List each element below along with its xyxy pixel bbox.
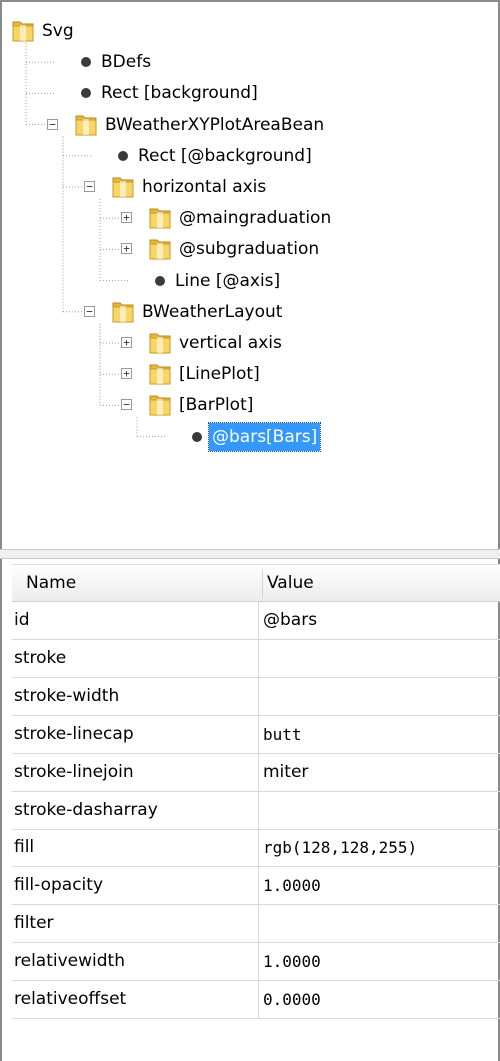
tree-node-label: [LinePlot] [179, 364, 260, 385]
tree-node[interactable]: + @maingraduation [2, 204, 492, 232]
property-row[interactable]: id @bars [12, 602, 500, 640]
folder-icon [75, 113, 97, 136]
tree-node[interactable]: − BWeatherLayout [2, 298, 492, 326]
expand-toggle-icon[interactable]: + [121, 212, 132, 224]
leaf-node-icon [81, 57, 91, 68]
folder-icon [112, 175, 134, 198]
column-header-value[interactable]: Value [267, 565, 314, 602]
tree-node-label: [BarPlot] [179, 395, 254, 416]
property-value[interactable]: 0.0000 [258, 981, 496, 1018]
expand-toggle-icon[interactable]: + [121, 337, 132, 348]
property-name: id [14, 610, 30, 630]
tree-node-label: BWeatherLayout [142, 301, 283, 322]
property-name: stroke-linecap [14, 723, 134, 744]
folder-icon [12, 19, 34, 42]
tree-panel[interactable]: Svg BDefs Rect [background] − BWeatherXYPlot… [0, 0, 500, 549]
tree-node-label: Svg [42, 21, 74, 41]
tree-node-label: Rect [background] [101, 83, 258, 104]
tree-node[interactable]: BDefs [2, 48, 492, 76]
property-name: stroke-dasharray [14, 799, 158, 820]
property-row[interactable]: stroke-dasharray [12, 791, 500, 830]
property-row[interactable]: stroke-linejoin miter [12, 753, 500, 792]
property-name: filter [14, 913, 54, 934]
folder-icon [149, 362, 171, 385]
property-name: fill-opacity [14, 875, 104, 896]
property-row[interactable]: stroke [12, 639, 500, 678]
tree-node[interactable]: @bars[Bars] [2, 421, 492, 452]
leaf-node-icon [192, 431, 202, 442]
tree-node-label: BDefs [101, 52, 152, 73]
tree-node-label: Rect [@background] [138, 145, 312, 166]
collapse-toggle-icon[interactable]: − [47, 118, 58, 130]
panel-splitter[interactable] [0, 549, 500, 559]
tree-node[interactable]: Svg [2, 17, 492, 45]
column-header-name[interactable]: Name [26, 565, 76, 602]
property-value[interactable] [258, 905, 496, 943]
collapse-toggle-icon[interactable]: − [121, 399, 132, 411]
property-value[interactable]: miter [258, 753, 496, 791]
property-row[interactable]: relativewidth 1.0000 [12, 943, 500, 982]
column-divider[interactable] [262, 569, 263, 599]
property-row[interactable]: relativeoffset 0.0000 [12, 981, 500, 1019]
property-name: stroke-width [14, 685, 120, 706]
property-value[interactable] [258, 639, 496, 677]
property-name: relativeoffset [14, 989, 127, 1009]
property-table-header: Name Value [12, 564, 500, 602]
property-table: Name Value id @bars stroke stroke-width stro… [0, 559, 500, 1061]
property-name: stroke [14, 647, 67, 668]
property-value[interactable]: 1.0000 [258, 867, 496, 905]
expand-toggle-icon[interactable]: + [121, 243, 132, 255]
property-row[interactable]: fill-opacity 1.0000 [12, 867, 500, 906]
tree-node-label: horizontal axis [142, 177, 267, 197]
folder-icon [112, 300, 134, 323]
property-row[interactable]: fill rgb(128,128,255) [12, 829, 500, 868]
tree-node-label: @maingraduation [179, 208, 332, 229]
property-value[interactable]: rgb(128,128,255) [258, 829, 496, 867]
folder-icon [149, 206, 171, 229]
property-row[interactable]: filter [12, 905, 500, 944]
leaf-node-icon [81, 88, 91, 99]
tree-node[interactable]: + vertical axis [2, 329, 492, 357]
folder-icon [149, 237, 171, 260]
property-name: stroke-linejoin [14, 761, 134, 782]
tree-node[interactable]: Rect [background] [2, 79, 492, 107]
property-value[interactable]: 1.0000 [258, 943, 496, 981]
tree-node[interactable]: + @subgraduation [2, 235, 492, 263]
expand-toggle-icon[interactable]: + [121, 368, 132, 380]
tree-node-label: vertical axis [179, 333, 282, 353]
tree-node[interactable]: − BWeatherXYPlotAreaBean [2, 111, 492, 139]
tree-node[interactable]: + [LinePlot] [2, 360, 492, 388]
tree-node-label: BWeatherXYPlotAreaBean [105, 114, 325, 135]
tree-node-label: @subgraduation [179, 239, 320, 260]
property-row[interactable]: stroke-width [12, 677, 500, 716]
property-value[interactable] [258, 677, 496, 715]
tree-node[interactable]: Line [@axis] [2, 267, 492, 295]
leaf-node-icon [118, 150, 128, 161]
folder-icon [149, 393, 171, 416]
tree-node[interactable]: − horizontal axis [2, 173, 492, 201]
property-value[interactable]: @bars [258, 602, 496, 639]
collapse-toggle-icon[interactable]: − [84, 181, 95, 192]
property-row[interactable]: stroke-linecap butt [12, 715, 500, 754]
property-value[interactable] [258, 791, 496, 829]
property-name: fill [14, 837, 35, 858]
collapse-toggle-icon[interactable]: − [84, 305, 95, 317]
property-name: relativewidth [14, 951, 125, 972]
leaf-node-icon [155, 275, 165, 286]
property-value[interactable]: butt [258, 715, 496, 753]
tree-node-label: @bars[Bars] [207, 421, 322, 452]
tree-node-label: Line [@axis] [175, 270, 281, 291]
folder-icon [149, 331, 171, 354]
tree-node[interactable]: − [BarPlot] [2, 391, 492, 419]
tree-node[interactable]: Rect [@background] [2, 142, 492, 170]
